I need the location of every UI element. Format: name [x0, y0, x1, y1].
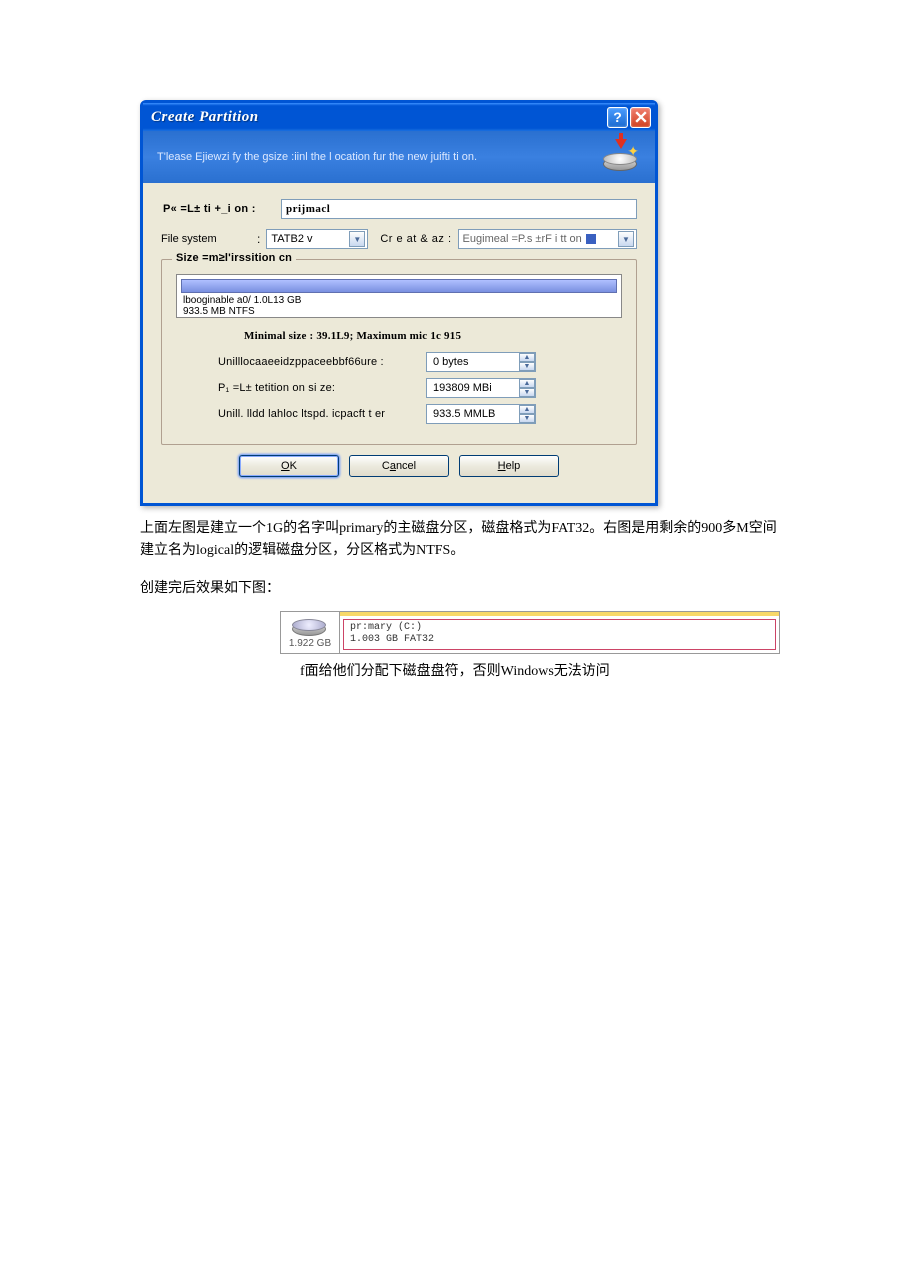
space-before-value: 0 bytes [427, 356, 519, 368]
partition-name-input[interactable] [281, 199, 637, 219]
create-as-label: Cr e at & az : [380, 233, 451, 245]
partition-column: pr:mary (C:) 1.003 GB FAT32 [340, 611, 780, 654]
help-button[interactable]: Help [459, 455, 559, 477]
space-before-label: Unilllocaaeeidzppaceebbf66ure : [218, 356, 426, 368]
space-after-spinner[interactable]: 933.5 MMLB ▲ ▼ [426, 404, 536, 424]
chevron-down-icon[interactable]: ▼ [519, 362, 535, 371]
disk-size: 1.922 GB [289, 638, 331, 649]
fieldset-legend: Size =m≥l'irssition cn [172, 252, 296, 264]
create-as-select[interactable]: Eugimeal =P.s ±rF i tt on ▼ [458, 229, 637, 249]
partition-name: pr:mary (C:) [350, 622, 769, 634]
result-figure: 1.922 GB pr:mary (C:) 1.003 GB FAT32 [280, 611, 780, 654]
space-before-spinner[interactable]: 0 bytes ▲ ▼ [426, 352, 536, 372]
chevron-down-icon[interactable]: ▼ [349, 231, 365, 247]
caption-3: f面给他们分配下磁盘盘符，否则Windows无法访问 [300, 660, 780, 680]
banner-text: T'lease Ejiewzi fy the gsize :iinl the l… [157, 150, 601, 164]
space-after-label: Unill. lldd lahloc ltspd. icpacft t er [218, 408, 426, 420]
partition-box[interactable]: pr:mary (C:) 1.003 GB FAT32 [343, 619, 776, 650]
space-after-value: 933.5 MMLB [427, 408, 519, 420]
banner: T'lease Ejiewzi fy the gsize :iinl the l… [143, 131, 655, 183]
size-position-group: Size =m≥l'irssition cn lbooginable a0/ 1… [161, 259, 637, 445]
partition-size-label: P₁ =L± tetition on si ze: [218, 382, 426, 394]
caption-1: 上面左图是建立一个1G的名字叫primary的主磁盘分区，磁盘格式为FAT32。… [140, 518, 780, 563]
disk-column: 1.922 GB [280, 611, 340, 654]
partition-size-spinner[interactable]: 193809 MBi ▲ ▼ [426, 378, 536, 398]
filesystem-label: File system [161, 233, 251, 245]
titlebar[interactable]: Create Partition ? [143, 103, 655, 131]
caption-2: 创建完后效果如下图： [140, 577, 780, 597]
chevron-up-icon[interactable]: ▲ [519, 353, 535, 362]
checkbox-icon [586, 234, 596, 244]
ok-button[interactable]: OK [239, 455, 339, 477]
chevron-down-icon[interactable]: ▼ [618, 231, 634, 247]
close-icon[interactable] [630, 107, 651, 128]
bar-line1: lbooginable a0/ 1.0L13 GB [183, 295, 297, 306]
partition-info: 1.003 GB FAT32 [350, 634, 769, 646]
create-partition-dialog: Create Partition ? T'lease Ejiewzi fy th… [140, 100, 658, 506]
bar-line2: 933.5 MB NTFS [183, 306, 297, 317]
minmax-text: Minimal size : 39.1L9; Maximum mic 1c 91… [176, 330, 622, 342]
chevron-down-icon[interactable]: ▼ [519, 388, 535, 397]
chevron-down-icon[interactable]: ▼ [519, 414, 535, 423]
filesystem-value: TATB2 v [271, 233, 312, 245]
partition-label: P« =L± ti +_i on : [161, 203, 281, 215]
disk-arrow-icon: ✦ [601, 141, 641, 173]
filesystem-select[interactable]: TATB2 v ▼ [266, 229, 368, 249]
help-icon[interactable]: ? [607, 107, 628, 128]
chevron-up-icon[interactable]: ▲ [519, 405, 535, 414]
create-as-value: Eugimeal =P.s ±rF i tt on [463, 233, 582, 245]
partition-bar[interactable]: lbooginable a0/ 1.0L13 GB 933.5 MB NTFS [176, 274, 622, 318]
dialog-title: Create Partition [151, 109, 607, 126]
partition-size-value: 193809 MBi [427, 382, 519, 394]
cancel-button[interactable]: Cancel [349, 455, 449, 477]
disk-icon [292, 616, 328, 636]
chevron-up-icon[interactable]: ▲ [519, 379, 535, 388]
